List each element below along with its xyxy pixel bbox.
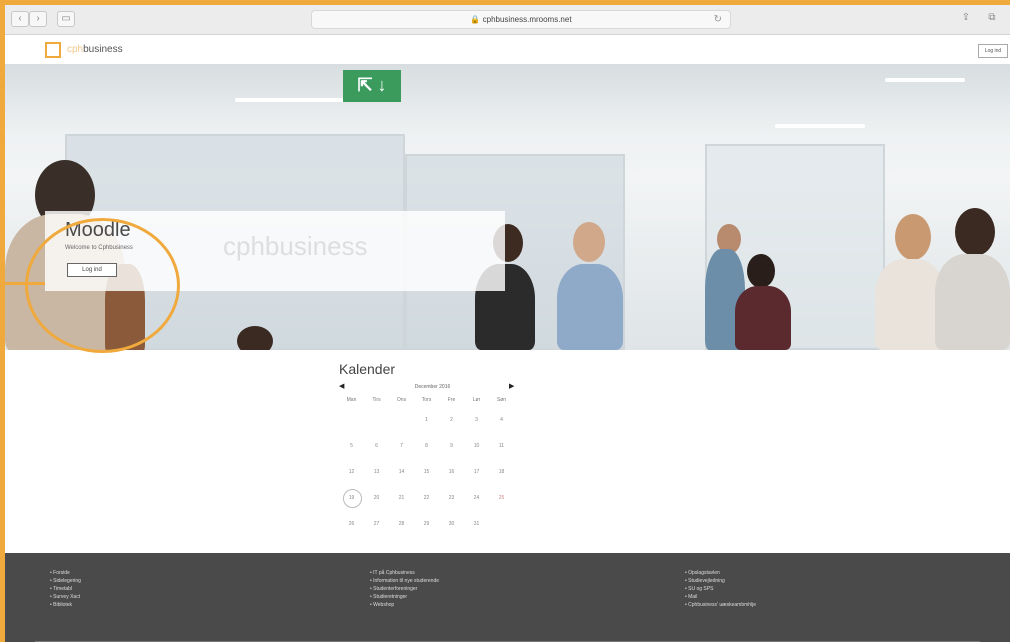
person-head — [955, 208, 995, 256]
footer-link[interactable]: IT på Cphbusiness — [370, 569, 439, 577]
browser-toolbar: ‹ › ▭ 🔒 cphbusiness.mrooms.net ↻ ⇪ ⧉ — [5, 5, 1010, 35]
calendar-day[interactable]: 9 — [439, 433, 464, 459]
calendar-day[interactable]: 16 — [439, 459, 464, 485]
footer-link[interactable]: Cphbusiness' uæskeambmhlje — [685, 601, 756, 609]
footer-link[interactable]: Forside — [50, 569, 81, 577]
calendar-day[interactable]: 31 — [464, 511, 489, 537]
login-button-header[interactable]: Log ind — [978, 44, 1008, 58]
calendar-day[interactable]: 15 — [414, 459, 439, 485]
site-header: cphbusiness Log ind — [5, 36, 1010, 64]
tabs-icon[interactable]: ⧉ — [983, 11, 1001, 27]
logo-square-icon — [45, 42, 61, 58]
calendar-day[interactable]: 5 — [339, 433, 364, 459]
calendar-day[interactable]: 3 — [464, 407, 489, 433]
person-head — [573, 222, 605, 262]
footer-link[interactable]: Studieretninger — [370, 593, 439, 601]
calendar-day[interactable]: 8 — [414, 433, 439, 459]
footer-link[interactable]: Bibliotek — [50, 601, 81, 609]
calendar-day[interactable]: 6 — [364, 433, 389, 459]
calendar-month: December 2016 — [414, 384, 451, 390]
calendar-day[interactable]: 10 — [464, 433, 489, 459]
calendar-day[interactable]: 24 — [464, 485, 489, 511]
footer-link[interactable]: Opslagstavlen — [685, 569, 756, 577]
person-head — [747, 254, 775, 288]
calendar-weekday: Lør — [472, 397, 481, 403]
calendar-day[interactable]: 19 — [339, 485, 364, 511]
site-footer: ForsideSidelegeringTimetablSurvey XactBi… — [5, 553, 1010, 642]
calendar-day[interactable]: 21 — [389, 485, 414, 511]
calendar-day[interactable]: 14 — [389, 459, 414, 485]
calendar-day[interactable]: 28 — [389, 511, 414, 537]
calendar-day[interactable]: 27 — [364, 511, 389, 537]
calendar-block: Kalender ◀ December 2016 ▶ Man Tirs Ons Tor… — [335, 361, 530, 537]
calendar-day[interactable]: 29 — [414, 511, 439, 537]
sidebar-icon[interactable]: ▭ — [57, 11, 75, 27]
calendar-day[interactable]: 17 — [464, 459, 489, 485]
footer-link[interactable]: Studenterforeninger — [370, 585, 439, 593]
url-text: cphbusiness.mrooms.net — [482, 15, 572, 24]
reload-icon[interactable]: ↻ — [714, 11, 722, 28]
footer-link[interactable]: Studievejledning — [685, 577, 756, 585]
calendar-weekday: Søn — [496, 397, 507, 403]
calendar-day[interactable]: 18 — [489, 459, 514, 485]
calendar-day — [389, 407, 414, 433]
person-body — [935, 254, 1010, 350]
lock-icon: 🔒 — [470, 15, 481, 24]
hero-watermark: cphbusiness — [223, 231, 368, 261]
calendar-day[interactable]: 30 — [439, 511, 464, 537]
calendar-title: Kalender — [339, 361, 396, 377]
calendar-day[interactable]: 2 — [439, 407, 464, 433]
calendar-grid: Man Tirs Ons Tors Fre Lør Søn 1 2 3 4 5 6 7 8 9 10 11 12 13… — [339, 393, 530, 537]
calendar-day[interactable]: 26 — [339, 511, 364, 537]
person-head — [237, 326, 273, 350]
calendar-weekday: Fre — [447, 397, 456, 403]
ceiling-light — [885, 78, 965, 82]
calendar-day — [339, 407, 364, 433]
calendar-weekday: Ons — [396, 397, 407, 403]
prev-month-icon[interactable]: ◀ — [339, 381, 344, 393]
address-bar[interactable]: 🔒 cphbusiness.mrooms.net ↻ — [311, 10, 731, 29]
highlight-circle — [25, 218, 180, 353]
calendar-day[interactable]: 1 — [414, 407, 439, 433]
ceiling-light — [775, 124, 865, 128]
footer-link[interactable]: Survey Xact — [50, 593, 81, 601]
footer-column-1: ForsideSidelegeringTimetablSurvey XactBi… — [50, 569, 81, 609]
calendar-day[interactable]: 20 — [364, 485, 389, 511]
forward-arrow-icon[interactable]: › — [29, 11, 47, 27]
site-logo[interactable]: cphbusiness — [67, 44, 123, 55]
calendar-weekday: Man — [346, 397, 357, 403]
footer-column-2: IT på CphbusinessInformation til nye stu… — [370, 569, 439, 609]
calendar-day[interactable]: 11 — [489, 433, 514, 459]
back-arrow-icon[interactable]: ‹ — [11, 11, 29, 27]
footer-link[interactable]: Timetabl — [50, 585, 81, 593]
footer-link[interactable]: Information til nye studerende — [370, 577, 439, 585]
footer-link[interactable]: Mail — [685, 593, 756, 601]
person-body — [735, 286, 791, 350]
footer-link[interactable]: SU og SPS — [685, 585, 756, 593]
exit-sign: ⇱ ↓ — [343, 70, 401, 102]
person-body — [557, 264, 623, 350]
calendar-day[interactable]: 25 — [489, 485, 514, 511]
share-icon[interactable]: ⇪ — [957, 11, 975, 27]
next-month-icon[interactable]: ▶ — [509, 381, 514, 393]
calendar-day — [489, 511, 514, 537]
ceiling-light — [235, 98, 355, 102]
person-head — [895, 214, 931, 260]
calendar-day[interactable]: 12 — [339, 459, 364, 485]
calendar-day[interactable]: 7 — [389, 433, 414, 459]
screenshot-frame: ‹ › ▭ 🔒 cphbusiness.mrooms.net ↻ ⇪ ⧉ cph… — [0, 0, 1010, 642]
footer-link[interactable]: Webshop — [370, 601, 439, 609]
calendar-weekday: Tirs — [372, 397, 381, 403]
calendar-day[interactable]: 23 — [439, 485, 464, 511]
calendar-day[interactable]: 13 — [364, 459, 389, 485]
calendar-day[interactable]: 22 — [414, 485, 439, 511]
calendar-weekday: Tors — [421, 397, 432, 403]
footer-column-3: OpslagstavlenStudievejledningSU og SPSMa… — [685, 569, 756, 609]
footer-link[interactable]: Sidelegering — [50, 577, 81, 585]
calendar-day — [364, 407, 389, 433]
calendar-day[interactable]: 4 — [489, 407, 514, 433]
calendar-header: ◀ December 2016 ▶ — [335, 381, 530, 393]
